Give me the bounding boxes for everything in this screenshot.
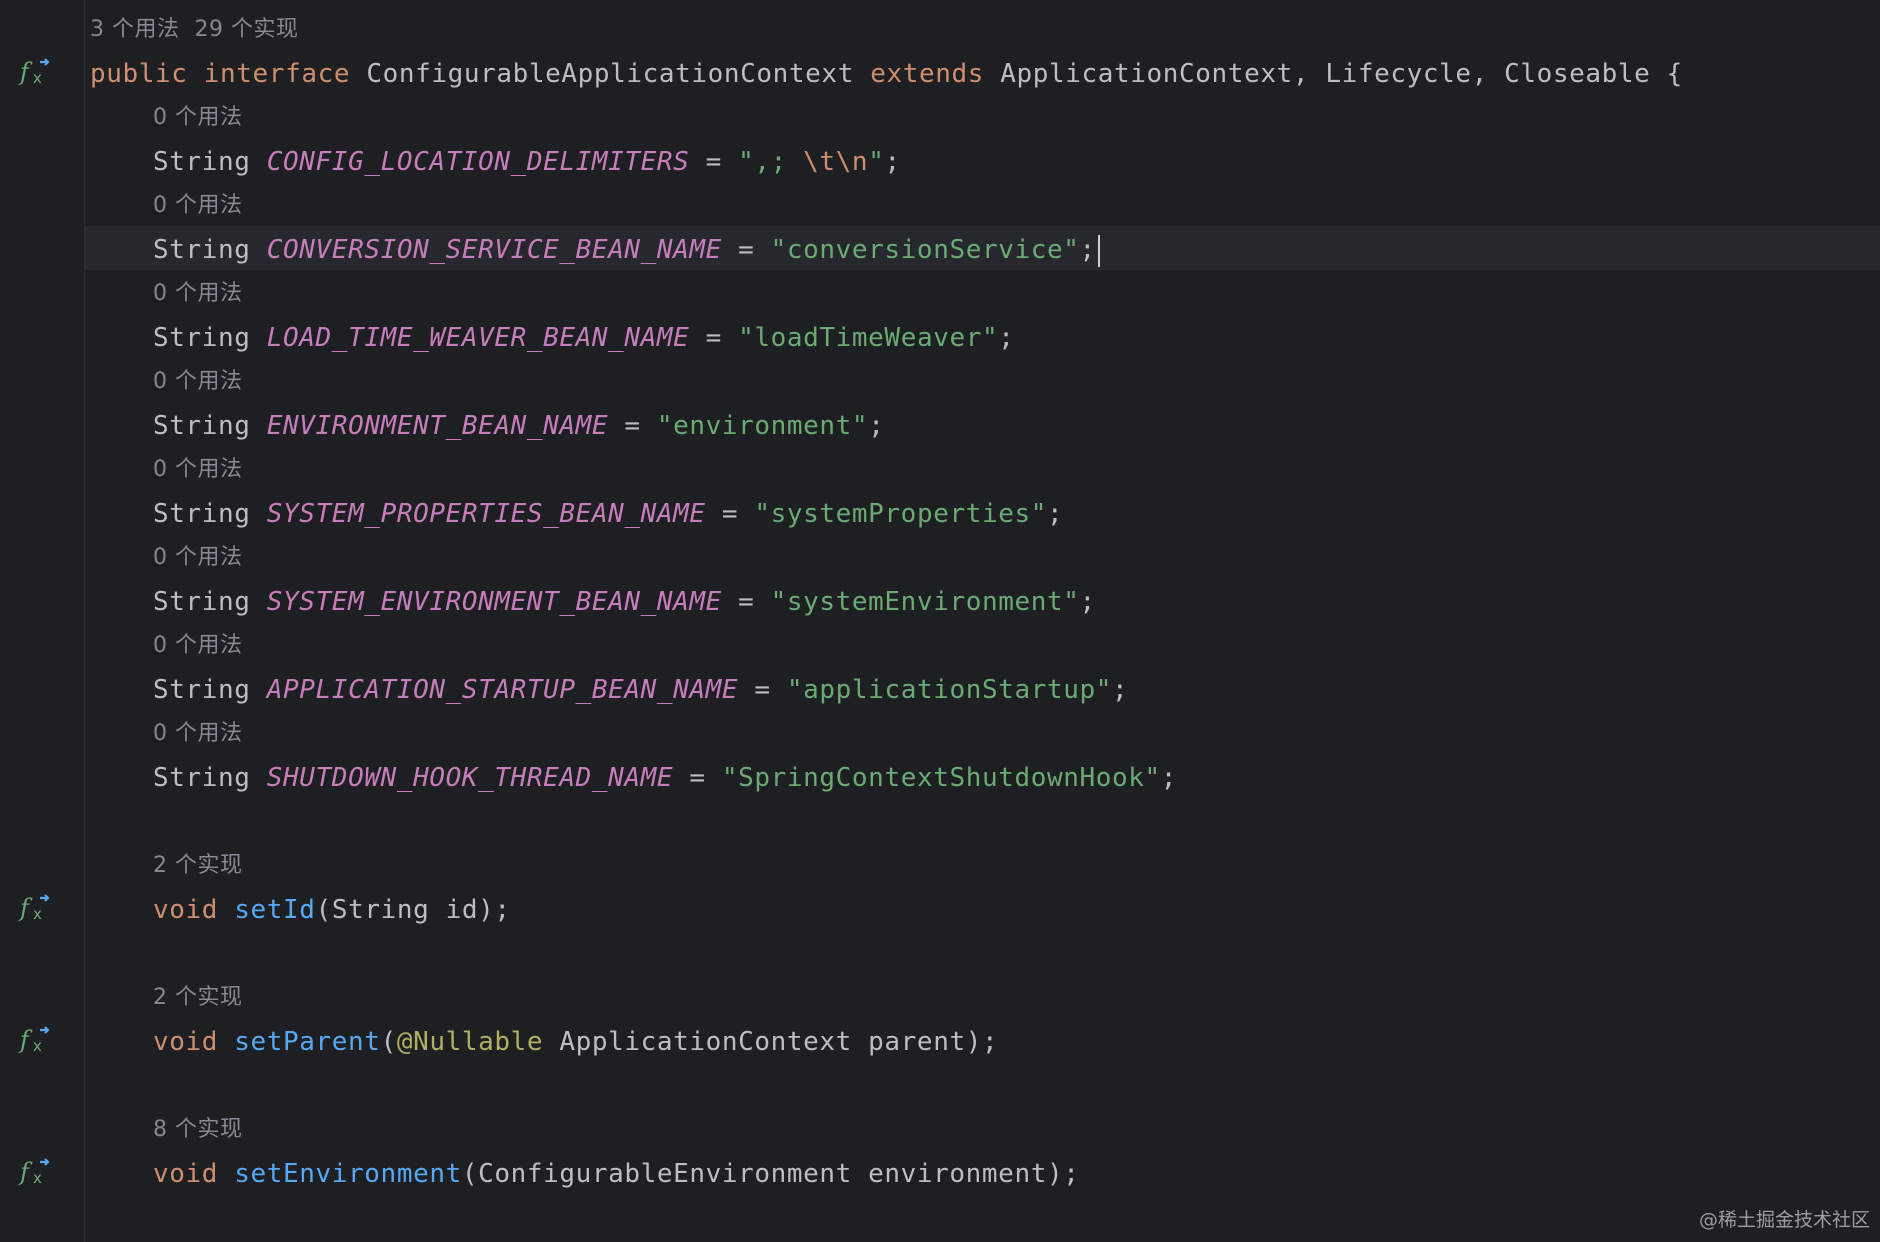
string-literal: "applicationStartup" (786, 675, 1112, 705)
method-impl-hint[interactable]: 8 个实现 (153, 1108, 243, 1152)
method-impl-hint[interactable]: 2 个实现 (153, 976, 243, 1020)
svg-text:x: x (33, 1037, 42, 1055)
string-literal: "systemProperties" (754, 499, 1047, 529)
text-caret (1097, 234, 1100, 267)
return-type: void (153, 1027, 219, 1057)
keyword-public: public (90, 59, 188, 89)
field-type: String (153, 675, 251, 705)
parent-interfaces: ApplicationContext, Lifecycle, Closeable… (1000, 59, 1683, 89)
field-declaration: String CONFIG_LOCATION_DELIMITERS = ",; … (153, 140, 901, 184)
string-literal: ",; (738, 147, 804, 177)
method-impl-hint[interactable]: 2 个实现 (153, 844, 243, 888)
escape-sequence: \t\n (803, 147, 869, 177)
svg-text:x: x (33, 1169, 42, 1187)
semicolon: ; (1079, 587, 1096, 617)
watermark: @稀土掘金技术社区 (1698, 1209, 1870, 1231)
method-params: (ConfigurableEnvironment environment); (461, 1159, 1080, 1189)
open-paren: ( (380, 1027, 397, 1057)
assign-operator: = (608, 411, 657, 441)
method-declaration: void setEnvironment(ConfigurableEnvironm… (153, 1152, 1079, 1196)
code-editor[interactable]: f x f x f x f x 3 个用法 29 个实现 public inte… (0, 0, 1880, 1242)
field-declaration: String SYSTEM_PROPERTIES_BEAN_NAME = "sy… (153, 492, 1063, 536)
keyword-extends: extends (870, 59, 984, 89)
field-usage-hint[interactable]: 0 个用法 (153, 448, 243, 492)
field-usage-hint[interactable]: 0 个用法 (153, 272, 243, 316)
field-declaration: String APPLICATION_STARTUP_BEAN_NAME = "… (153, 668, 1128, 712)
semicolon: ; (1112, 675, 1129, 705)
svg-text:f: f (18, 58, 33, 86)
field-name: LOAD_TIME_WEAVER_BEAN_NAME (266, 323, 690, 353)
svg-text:x: x (33, 69, 42, 87)
svg-text:x: x (33, 905, 42, 923)
svg-text:f: f (18, 894, 33, 922)
method-name[interactable]: setParent (234, 1027, 380, 1057)
return-type: void (153, 895, 219, 925)
field-usage-hint[interactable]: 0 个用法 (153, 624, 243, 668)
assign-operator: = (689, 323, 739, 353)
method-name[interactable]: setId (234, 895, 315, 925)
semicolon: ; (998, 323, 1015, 353)
field-type: String (153, 411, 251, 441)
string-literal-end: " (868, 147, 885, 177)
field-type: String (153, 323, 251, 353)
method-params: ApplicationContext parent); (543, 1027, 999, 1057)
field-type: String (153, 763, 251, 793)
method-declaration: void setId(String id); (153, 888, 511, 932)
keyword-interface: interface (203, 59, 351, 89)
field-usage-hint[interactable]: 0 个用法 (153, 96, 243, 140)
method-params: (String id); (315, 895, 511, 925)
field-name: SYSTEM_ENVIRONMENT_BEAN_NAME (266, 587, 722, 617)
field-declaration: String ENVIRONMENT_BEAN_NAME = "environm… (153, 404, 884, 448)
semicolon: ; (1160, 763, 1178, 793)
field-usage-hint[interactable]: 0 个用法 (153, 184, 243, 228)
interface-declaration: public interface ConfigurableApplication… (90, 52, 1683, 96)
svg-text:f: f (18, 1158, 33, 1186)
field-name: SYSTEM_PROPERTIES_BEAN_NAME (266, 499, 706, 529)
assign-operator: = (705, 499, 755, 529)
semicolon: ; (884, 147, 901, 177)
implemented-method-icon[interactable]: f x (18, 56, 52, 88)
field-name: APPLICATION_STARTUP_BEAN_NAME (266, 675, 739, 705)
semicolon: ; (868, 411, 885, 441)
field-usage-hint[interactable]: 0 个用法 (153, 360, 243, 404)
usages-hint[interactable]: 3 个用法 (90, 17, 180, 42)
field-name: CONVERSION_SERVICE_BEAN_NAME (266, 235, 722, 265)
semicolon: ; (1046, 499, 1064, 529)
implementations-hint[interactable]: 29 个实现 (195, 17, 299, 42)
assign-operator: = (673, 763, 722, 793)
implemented-method-icon[interactable]: f x (18, 892, 52, 924)
implemented-method-icon[interactable]: f x (18, 1024, 52, 1056)
field-name: SHUTDOWN_HOOK_THREAD_NAME (266, 763, 674, 793)
semicolon: ; (1079, 235, 1096, 265)
assign-operator: = (721, 587, 771, 617)
string-literal: "systemEnvironment" (770, 587, 1080, 617)
field-type: String (153, 235, 251, 265)
annotation: @Nullable (396, 1027, 544, 1057)
field-name: CONFIG_LOCATION_DELIMITERS (266, 147, 690, 177)
assign-operator: = (738, 675, 787, 705)
field-declaration: String SYSTEM_ENVIRONMENT_BEAN_NAME = "s… (153, 580, 1096, 624)
interface-name: ConfigurableApplicationContext (366, 59, 854, 89)
field-declaration: String LOAD_TIME_WEAVER_BEAN_NAME = "loa… (153, 316, 1014, 360)
field-usage-hint[interactable]: 0 个用法 (153, 712, 243, 756)
method-declaration: void setParent(@Nullable ApplicationCont… (153, 1020, 998, 1064)
assign-operator: = (721, 235, 771, 265)
field-type: String (153, 147, 251, 177)
class-inlay-hint[interactable]: 3 个用法 29 个实现 (90, 8, 299, 52)
field-declaration: String SHUTDOWN_HOOK_THREAD_NAME = "Spri… (153, 756, 1177, 800)
string-literal: "loadTimeWeaver" (738, 323, 999, 353)
string-literal: "environment" (656, 411, 869, 441)
string-literal: "SpringContextShutdownHook" (721, 763, 1161, 793)
field-declaration: String CONVERSION_SERVICE_BEAN_NAME = "c… (153, 228, 1100, 272)
field-name: ENVIRONMENT_BEAN_NAME (266, 411, 609, 441)
field-usage-hint[interactable]: 0 个用法 (153, 536, 243, 580)
string-literal: "conversionService" (770, 235, 1080, 265)
method-name[interactable]: setEnvironment (234, 1159, 462, 1189)
implemented-method-icon[interactable]: f x (18, 1156, 52, 1188)
field-type: String (153, 587, 251, 617)
field-type: String (153, 499, 251, 529)
return-type: void (153, 1159, 219, 1189)
assign-operator: = (689, 147, 739, 177)
svg-text:f: f (18, 1026, 33, 1054)
